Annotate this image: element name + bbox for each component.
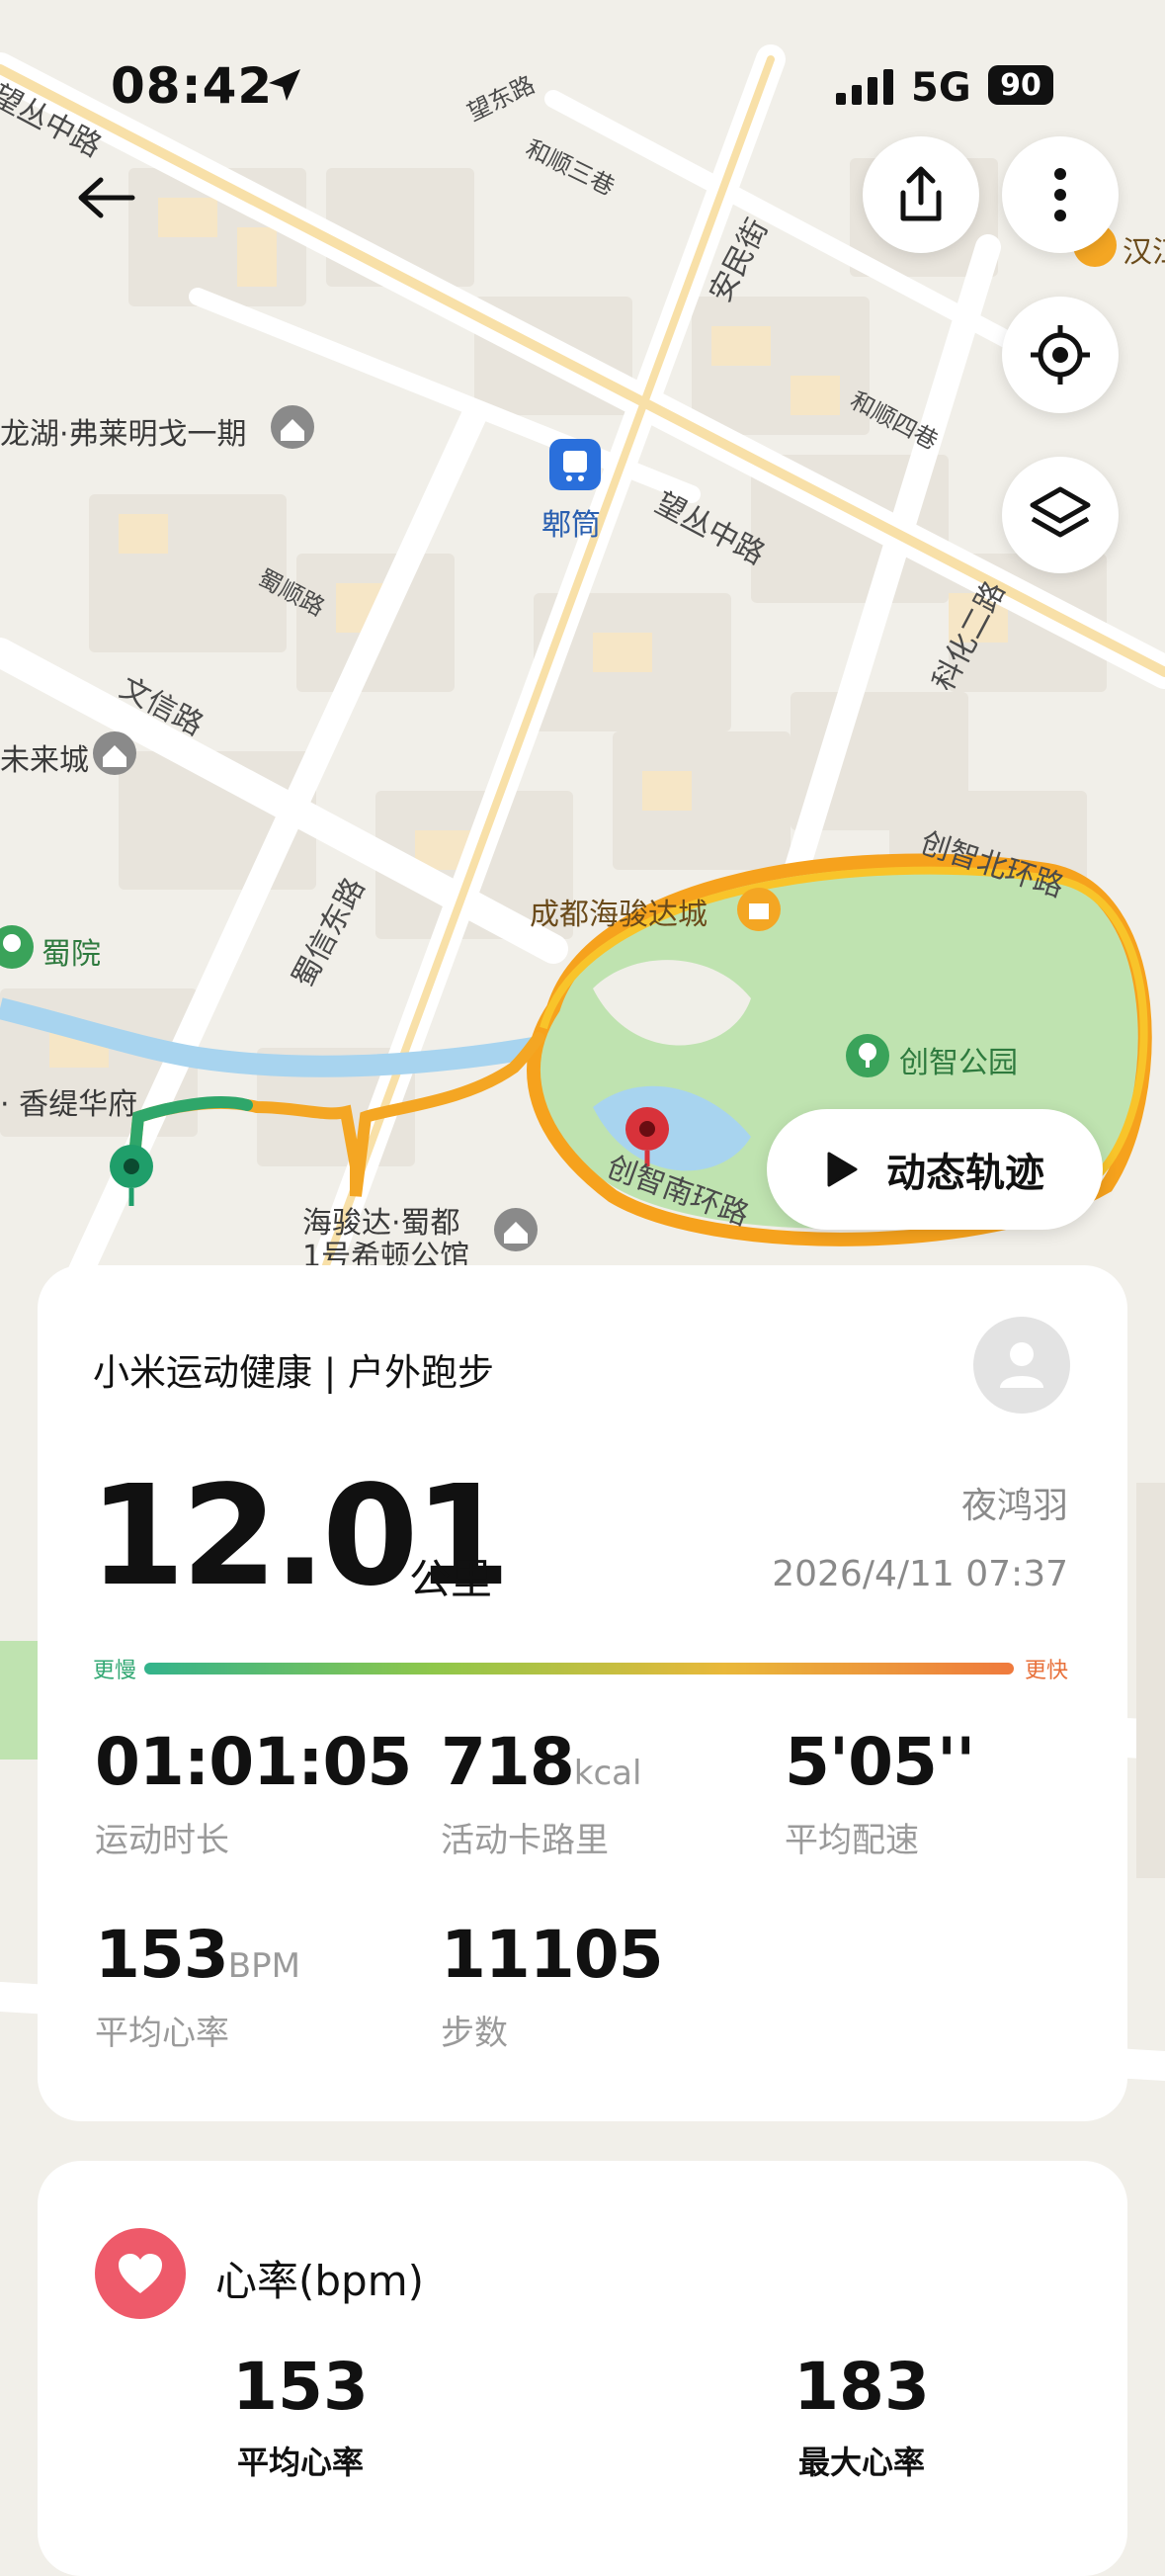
layers-icon — [1030, 486, 1091, 538]
heart-rate-card[interactable]: 心率(bpm) 153 平均心率 183 最大心率 — [38, 2161, 1127, 2576]
pace-gradient-bar — [144, 1663, 1014, 1674]
stat-unit: BPM — [227, 1946, 300, 1986]
stat-value: 153 — [95, 1917, 229, 1993]
user-name: 夜鸿羽 — [960, 1486, 1068, 1526]
pace-fast-label: 更快 — [1024, 1659, 1068, 1683]
heart-icon — [119, 2254, 162, 2293]
user-icon — [1000, 1342, 1043, 1388]
share-button[interactable] — [863, 136, 979, 253]
heart-rate-title: 心率(bpm) — [215, 2257, 425, 2305]
distance-unit: 公里 — [409, 1555, 493, 1603]
more-dots-icon — [1054, 168, 1066, 221]
stat-label: 活动卡路里 — [441, 1821, 609, 1860]
home-poi-icon — [494, 1208, 538, 1251]
shop-poi-icon — [737, 888, 781, 931]
poi-label: · 香缇华府 — [0, 1087, 138, 1122]
summary-card: 小米运动健康 | 户外跑步 12.01 公里 夜鸿羽 2026/4/11 07:… — [38, 1265, 1127, 2121]
battery-indicator: 90 — [988, 65, 1053, 105]
play-icon — [827, 1152, 858, 1187]
park-poi-icon — [846, 1034, 889, 1077]
poi-label: 蜀院 — [42, 937, 101, 972]
max-heart-rate-label: 最大心率 — [797, 2444, 925, 2481]
avg-heart-rate-label: 平均心率 — [236, 2444, 364, 2481]
stat-value: 5'05'' — [785, 1724, 975, 1800]
metro-station-label: 郫筒 — [541, 508, 601, 543]
dynamic-track-label: 动态轨迹 — [886, 1151, 1044, 1196]
home-poi-icon — [93, 731, 136, 775]
stat-duration: 01:01:05 运动时长 — [95, 1730, 412, 1861]
stat-label: 运动时长 — [95, 1821, 229, 1860]
status-time: 08:42 — [111, 57, 274, 115]
workout-datetime: 2026/4/11 07:37 — [772, 1554, 1068, 1594]
layers-button[interactable] — [1002, 457, 1119, 573]
route-map[interactable] — [0, 0, 1165, 2527]
heart-badge — [95, 2228, 186, 2319]
status-bar: 08:42 5G 90 — [0, 0, 1165, 168]
locate-button[interactable] — [1002, 297, 1119, 413]
back-button[interactable] — [67, 158, 146, 237]
home-poi-icon — [271, 405, 314, 449]
poi-label: 创智公园 — [899, 1046, 1018, 1080]
share-icon — [900, 166, 942, 221]
pace-slow-label: 更慢 — [93, 1659, 137, 1683]
poi-label: 成都海骏达城 — [530, 898, 707, 932]
source-label: 小米运动健康 | 户外跑步 — [93, 1351, 494, 1394]
max-heart-rate-value: 183 — [793, 2349, 930, 2425]
avatar[interactable] — [973, 1317, 1070, 1414]
stat-steps: 11105 步数 — [441, 1923, 664, 2054]
poi-label: 龙湖·弗莱明戈一期 — [0, 417, 247, 452]
network-type: 5G — [911, 65, 971, 111]
signal-icon — [836, 69, 893, 105]
more-button[interactable] — [1002, 136, 1119, 253]
stat-label: 步数 — [441, 2014, 508, 2053]
stat-pace: 5'05'' 平均配速 — [785, 1730, 975, 1861]
poi-label: 汉江 — [1123, 235, 1165, 270]
stat-value: 718 — [441, 1724, 575, 1800]
avg-heart-rate-value: 153 — [232, 2349, 369, 2425]
stat-value: 01:01:05 — [95, 1724, 412, 1800]
stat-value: 11105 — [441, 1917, 664, 1993]
metro-icon — [549, 439, 601, 490]
stat-unit: kcal — [573, 1754, 642, 1793]
target-icon — [1031, 325, 1090, 385]
back-arrow-icon — [78, 177, 135, 218]
location-arrow-icon — [269, 69, 300, 101]
stat-heart-rate: 153BPM 平均心率 — [95, 1923, 300, 2054]
stat-label: 平均心率 — [95, 2014, 229, 2053]
dynamic-track-button[interactable]: 动态轨迹 — [767, 1109, 1103, 1230]
stat-label: 平均配速 — [785, 1821, 919, 1860]
poi-label: 未来城 — [0, 743, 89, 778]
stat-calories: 718kcal 活动卡路里 — [441, 1730, 641, 1861]
